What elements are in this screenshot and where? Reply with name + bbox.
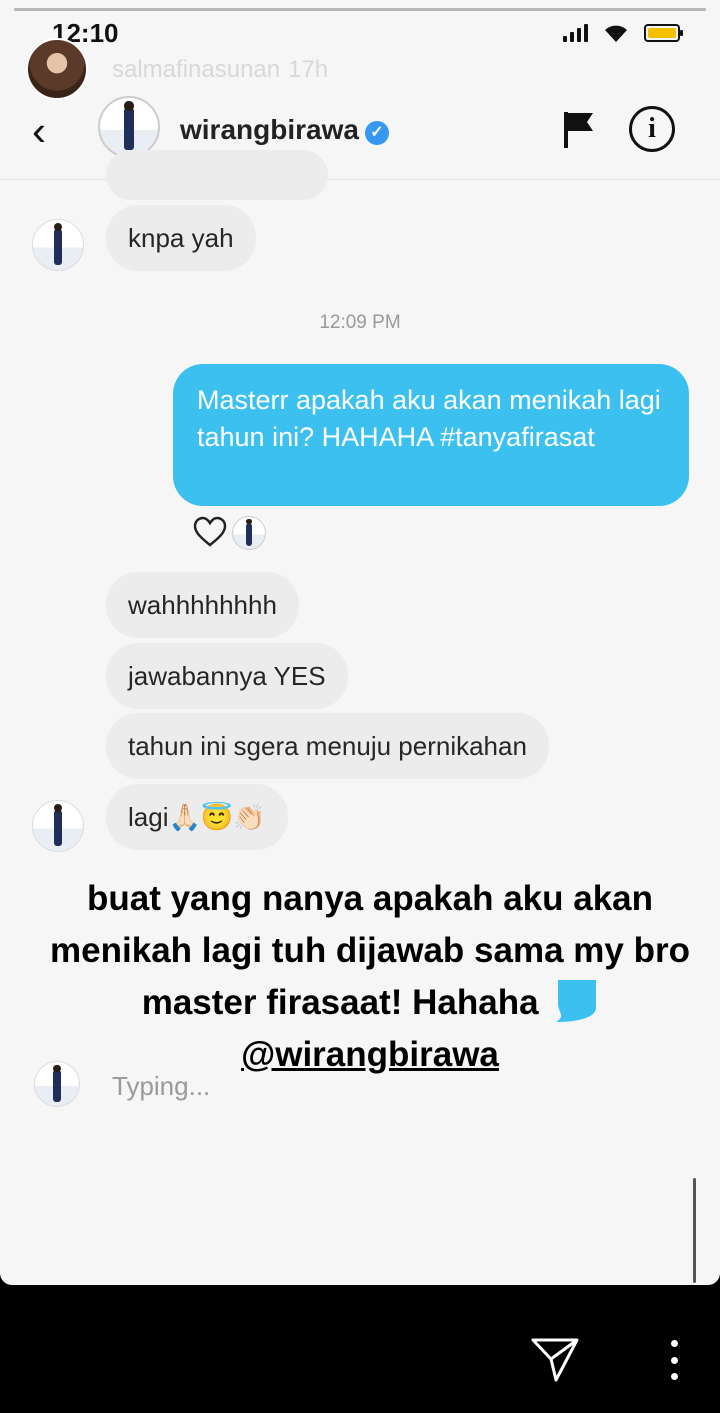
story-username-text: salmafinasunan: [112, 56, 281, 83]
heart-icon[interactable]: [193, 516, 227, 548]
message-timestamp: 12:09 PM: [319, 312, 401, 333]
paper-plane-icon[interactable]: [530, 1337, 580, 1383]
message-bubble[interactable]: knpa yah: [106, 205, 256, 271]
story-card: 12:10 salmafinasunan 17h ‹ wirangbirawa ✓ …: [0, 0, 720, 1285]
sent-message-bubble[interactable]: Masterr apakah aku akan menikah lagi tah…: [173, 364, 689, 506]
chat-username-text: wirangbirawa: [180, 114, 359, 145]
scrollbar[interactable]: [693, 1178, 696, 1283]
message-text: knpa yah: [128, 222, 234, 253]
chat-username[interactable]: wirangbirawa ✓: [180, 114, 389, 146]
caption-mention[interactable]: @wirangbirawa: [241, 1035, 499, 1074]
story-age: 17h: [288, 56, 329, 83]
speech-bubble-sticker-icon: [556, 980, 597, 1022]
message-text: tahun ini sgera menuju pernikahan: [128, 730, 527, 761]
sender-avatar[interactable]: [32, 800, 84, 852]
message-text: jawabannya YES: [128, 660, 326, 691]
reaction-avatar: [232, 516, 266, 550]
signal-icon: [563, 24, 588, 42]
wifi-icon: [605, 25, 627, 42]
status-icons: [563, 22, 683, 44]
message-bubble[interactable]: tahun ini sgera menuju pernikahan: [106, 713, 549, 779]
chat-avatar[interactable]: [98, 96, 160, 158]
message-bubble[interactable]: lagi🙏🏻😇👏🏻: [106, 784, 288, 850]
flag-icon[interactable]: [560, 110, 596, 150]
sender-avatar[interactable]: [32, 219, 84, 271]
typing-indicator: Typing...: [112, 1071, 211, 1101]
message-text: wahhhhhhhh: [128, 589, 277, 620]
story-progress-bar: [14, 8, 706, 11]
typing-avatar: [34, 1061, 80, 1107]
message-bubble[interactable]: wahhhhhhhh: [106, 572, 299, 638]
info-icon[interactable]: i: [629, 106, 675, 152]
message-text: lagi🙏🏻😇👏🏻: [128, 801, 266, 832]
story-caption: buat yang nanya apakah aku akan menikah …: [40, 873, 700, 1081]
message-bubble-partial: [106, 150, 328, 200]
story-username[interactable]: salmafinasunan 17h: [112, 56, 328, 84]
verified-badge-icon: ✓: [364, 121, 389, 145]
chevron-left-icon[interactable]: ‹: [32, 110, 46, 152]
message-bubble[interactable]: jawabannya YES: [106, 643, 348, 709]
more-vertical-icon[interactable]: [664, 1340, 684, 1380]
story-footer: [0, 1285, 720, 1413]
battery-icon: [644, 24, 683, 42]
